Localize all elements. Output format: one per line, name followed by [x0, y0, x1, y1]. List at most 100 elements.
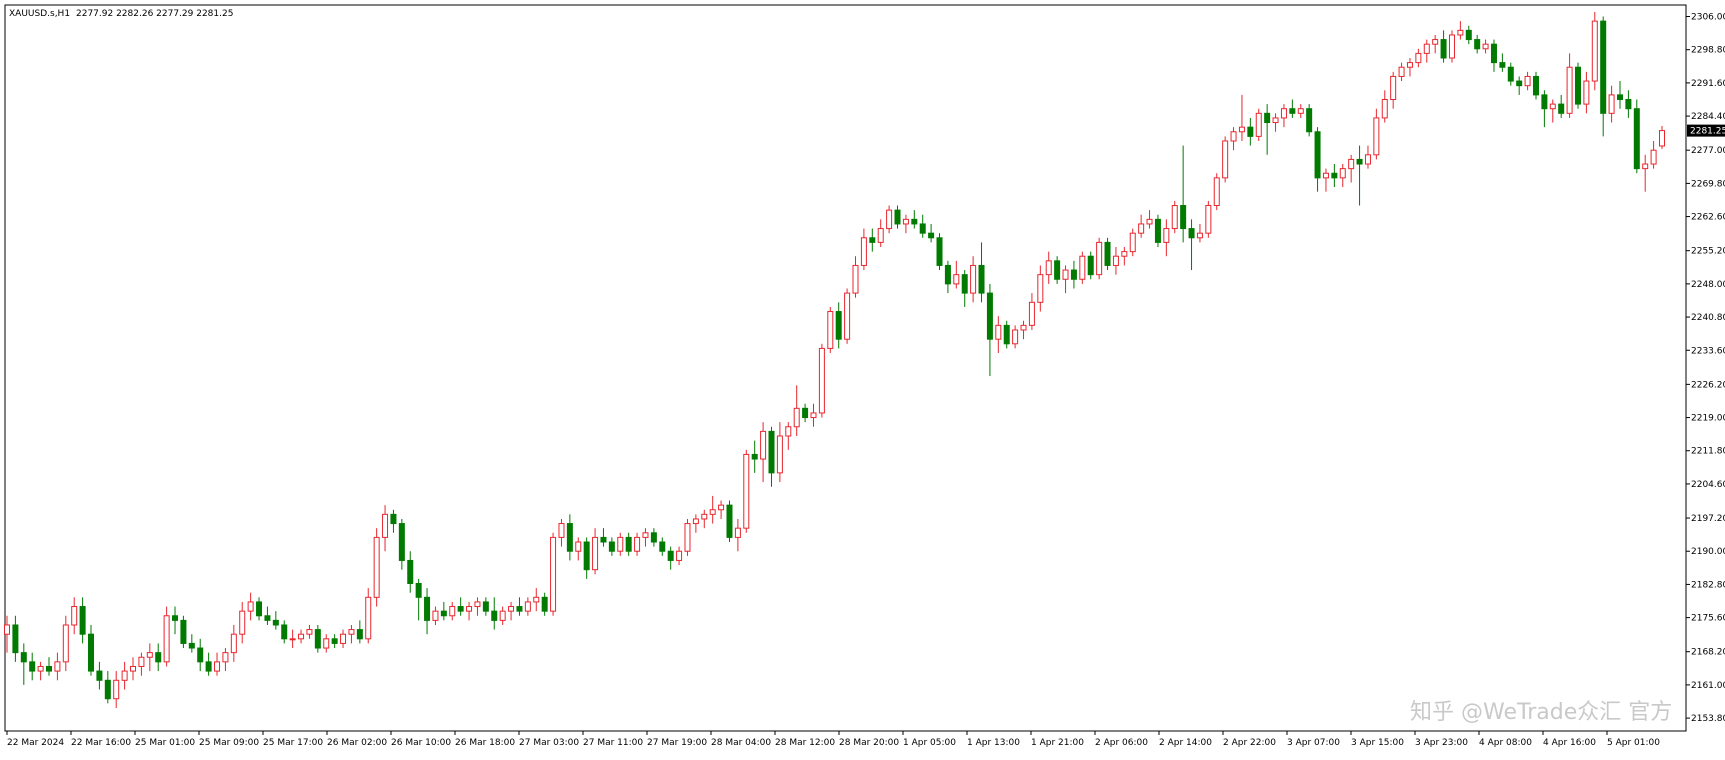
candle-body-bear: [667, 550, 674, 561]
candle-body-bear: [46, 665, 53, 672]
candle-body-bear: [835, 311, 842, 340]
candle-body-bear: [205, 661, 212, 672]
candle-body-bull: [348, 629, 355, 635]
candle-body-bull: [365, 596, 372, 640]
candle-body-bull: [818, 347, 825, 414]
candle: [1003, 320, 1010, 349]
candle-body-bear: [726, 504, 733, 538]
candle-body-bull: [776, 435, 783, 474]
candle-body-bull: [1196, 232, 1203, 239]
candle-body-bear: [1516, 80, 1523, 87]
x-tick-label: 28 Mar 04:00: [711, 738, 771, 748]
candle-body-bull: [130, 665, 137, 672]
candle-body-bear: [768, 430, 775, 474]
candle-body-bull: [718, 504, 725, 511]
candle-body-bull: [844, 292, 851, 340]
candle-body-bull: [1079, 255, 1086, 280]
candle-body-bull: [902, 218, 909, 225]
candle-body-bull: [684, 523, 691, 552]
candle-body-bear: [256, 601, 263, 617]
candle-body-bear: [1003, 324, 1010, 345]
candle-body-bull: [1112, 255, 1119, 266]
y-tick-label: 2204.60: [1691, 480, 1725, 490]
candle-body-bear: [155, 652, 162, 663]
candle-body-bull: [760, 430, 767, 460]
candle-body-bear: [331, 638, 338, 644]
candle-body-bear: [625, 536, 632, 552]
candle-body-bull: [1222, 140, 1229, 179]
time-axis[interactable]: 22 Mar 2024 22 Mar 16:00 25 Mar 01:00 25 Ma…: [6, 731, 1660, 748]
candle-body-bear: [583, 541, 590, 571]
candle-body-bull: [642, 532, 649, 538]
chart-window[interactable]: 2306.00 2298.80 2291.60 2284.40 2277.00 2269.…: [0, 0, 1725, 756]
candle-body-bull: [692, 518, 699, 525]
symbol-label: XAUUSD.s,H1: [9, 9, 70, 19]
candle: [314, 624, 321, 653]
candle-body-bull: [1322, 172, 1329, 179]
candle-body-bear: [440, 610, 447, 617]
candle-body-bull: [877, 228, 884, 243]
candle: [1154, 214, 1161, 247]
candle-body-bull: [1096, 241, 1103, 276]
candle-body-bull: [62, 624, 69, 663]
price-chart[interactable]: 2306.00 2298.80 2291.60 2284.40 2277.00 2269.…: [0, 0, 1725, 756]
candle: [550, 532, 557, 616]
candle-body-bear: [911, 218, 918, 225]
candle-body-bull: [1138, 223, 1145, 234]
y-tick-label: 2298.80: [1691, 46, 1725, 56]
candle: [936, 233, 943, 271]
candle-body-bear: [944, 264, 951, 285]
candle-body-bull: [1364, 154, 1371, 165]
candle-body-bear: [1306, 108, 1313, 133]
candle-body-bear: [600, 536, 607, 543]
plot-area[interactable]: [4, 4, 1687, 732]
candle: [373, 528, 380, 607]
candle: [684, 518, 691, 556]
candle-body-bull: [1650, 149, 1657, 165]
candle-body-bull: [1238, 126, 1245, 133]
candle: [1532, 71, 1539, 100]
candle-body-bull: [1028, 301, 1035, 326]
candle: [1054, 256, 1061, 284]
candle: [1205, 200, 1212, 238]
candle-body-bull: [1280, 108, 1287, 119]
x-tick-label: 27 Mar 03:00: [519, 738, 579, 748]
y-tick-label: 2291.60: [1691, 79, 1725, 89]
candle-body-bull: [1205, 205, 1212, 234]
candle-body-bull: [970, 264, 977, 294]
candle-body-bull: [146, 652, 153, 658]
candle-body-bull: [1373, 117, 1380, 156]
candle-body-bull: [1398, 66, 1405, 77]
candle-body-bear: [424, 596, 431, 621]
candle-body-bull: [1272, 117, 1279, 124]
x-tick-label: 2 Apr 22:00: [1223, 738, 1276, 748]
x-tick-label: 3 Apr 15:00: [1351, 738, 1404, 748]
candle-body-bull: [37, 665, 44, 672]
candle-body-bull: [860, 237, 867, 266]
candle-body-bear: [407, 559, 414, 584]
candle: [818, 343, 825, 418]
candle-body-bear: [1247, 126, 1254, 137]
candle-body-bull: [1163, 228, 1170, 243]
candle-body-bear: [1356, 158, 1363, 165]
candle-body-bull: [995, 324, 1002, 340]
candle-body-bull: [508, 606, 515, 612]
candle-body-bull: [1390, 75, 1397, 100]
candle-body-bear: [659, 541, 666, 552]
y-tick-label: 2262.60: [1691, 213, 1725, 223]
candle: [1255, 108, 1262, 141]
candle-body-bull: [4, 624, 10, 635]
candle-body-bear: [961, 274, 968, 294]
watermark-text: 知乎 @WeTrade众汇 官方: [1410, 700, 1672, 725]
candle-body-bull: [533, 596, 540, 603]
x-tick-label: 3 Apr 07:00: [1287, 738, 1340, 748]
x-tick-label: 22 Mar 2024: [7, 738, 64, 748]
x-tick-label: 2 Apr 14:00: [1159, 738, 1212, 748]
candle-body-bear: [1490, 43, 1497, 64]
price-axis[interactable]: 2306.00 2298.80 2291.60 2284.40 2277.00 2269.…: [1686, 13, 1725, 725]
candle-body-bull: [239, 610, 246, 635]
candle-body-bull: [289, 638, 296, 641]
y-tick-label: 2284.40: [1691, 112, 1725, 122]
candle-body-bear: [356, 629, 363, 640]
candle-body-bull: [1415, 52, 1422, 64]
